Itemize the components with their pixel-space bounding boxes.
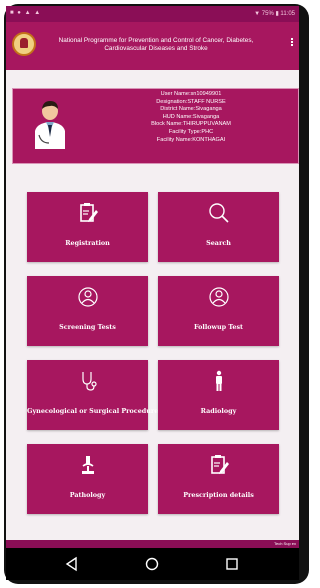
- emblem-logo-icon: [12, 32, 36, 56]
- tile-label: Gynecological or Surgical Procedures: [27, 407, 162, 415]
- overflow-menu-icon[interactable]: [291, 38, 295, 46]
- stethoscope-icon: [81, 372, 97, 391]
- tile-radiology[interactable]: Radiology: [158, 360, 279, 430]
- back-icon[interactable]: [64, 556, 80, 572]
- user-district: District Name:Sivaganga: [160, 106, 222, 113]
- person-standing-icon: [215, 370, 222, 391]
- user-name: User Name:sn10949901: [160, 91, 222, 97]
- user-hud: HUD Name:Sivaganga: [162, 113, 220, 120]
- clipboard-pen-icon: [210, 455, 229, 474]
- bottom-strip: Tech Sup ex: [6, 540, 299, 548]
- user-block: Block Name:THIRUPPUVANAM: [151, 121, 231, 128]
- user-details: User Name:sn10949901 Designation:STAFF N…: [101, 91, 281, 144]
- person-circle-icon: [77, 287, 98, 307]
- header-title: National Programme for Prevention and Co…: [58, 37, 254, 52]
- tile-label: Registration: [65, 239, 110, 247]
- tile-screening-tests[interactable]: Screening Tests: [27, 276, 148, 346]
- microscope-icon: [81, 456, 94, 474]
- app-header: National Programme for Prevention and Co…: [6, 22, 299, 70]
- tile-search[interactable]: Search: [158, 192, 279, 262]
- tile-followup-test[interactable]: Followup Test: [158, 276, 279, 346]
- tile-label: Search: [206, 239, 231, 247]
- user-facility-name: Facility Name:KONTHAGAI: [156, 136, 226, 143]
- status-bar: ■ ● ▲ ▲ ▼ 75% ▮ 11:05: [6, 6, 299, 22]
- status-icons-right: ▼ 75% ▮ 11:05: [254, 11, 295, 17]
- tile-label: Prescription details: [183, 491, 254, 499]
- tile-label: Radiology: [200, 407, 237, 415]
- user-designation: Designation:STAFF NURSE: [156, 98, 226, 105]
- tile-label: Followup Test: [193, 323, 244, 331]
- tile-registration[interactable]: Registration: [27, 192, 148, 262]
- android-nav-bar: [6, 548, 299, 580]
- app-screen: National Programme for Prevention and Co…: [6, 22, 299, 548]
- bottom-strip-text: Tech Sup ex: [273, 541, 296, 546]
- home-icon[interactable]: [144, 556, 160, 572]
- tile-pathology[interactable]: Pathology: [27, 444, 148, 514]
- tile-prescription-details[interactable]: Prescription details: [158, 444, 279, 514]
- clipboard-pen-icon: [79, 203, 98, 222]
- status-icons-left: ■ ● ▲ ▲: [10, 10, 42, 16]
- tile-label: Pathology: [69, 491, 106, 499]
- tile-label: Screening Tests: [59, 323, 116, 331]
- user-facility-type: Facility Type:PHC: [168, 128, 214, 135]
- recents-icon[interactable]: [224, 556, 240, 572]
- person-circle-icon: [208, 287, 229, 307]
- user-info-panel: User Name:sn10949901 Designation:STAFF N…: [12, 88, 299, 164]
- search-icon: [208, 203, 229, 223]
- tile-gynecological-surgical[interactable]: Gynecological or Surgical Procedures: [27, 360, 162, 430]
- doctor-avatar-icon: [35, 101, 65, 149]
